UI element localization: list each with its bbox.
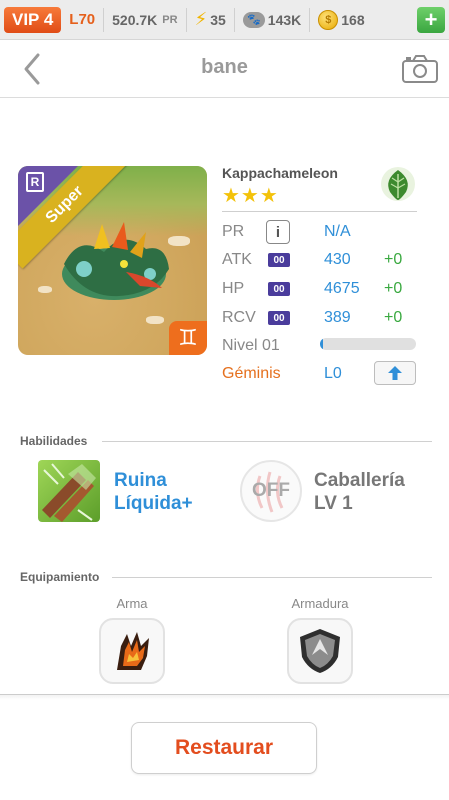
divider [102,441,432,442]
stat-row-pr: PR i N/A [222,220,422,244]
food-value: 143K [267,11,302,28]
stat-row-sign: Géminis L0 [222,361,422,386]
leaf-icon [381,167,415,201]
zodiac-sign-label: Géminis [222,365,281,382]
weapon-slot[interactable] [99,618,165,684]
monster-name: Kappachameleon [222,165,338,181]
camera-icon [402,55,438,83]
paw-icon: 🐾 [242,11,265,28]
gemini-icon: ♊ [169,321,207,355]
coin-counter[interactable]: $ 168 [314,7,368,33]
monster-image [62,222,169,300]
vip-badge[interactable]: VIP 4 [4,6,62,33]
stat-label: HP [222,280,245,297]
stat-label: RCV [222,309,256,326]
divider [233,7,235,32]
rarity-icon: R [26,172,44,192]
player-level: L70 [69,11,96,28]
stat-bonus: +0 [384,280,403,297]
stat-value: 430 [324,251,351,268]
stat-value: 389 [324,309,351,326]
stat-badge: 00 [268,311,290,325]
status-bar: VIP 4 L70 520.7K PR ⚡ 35 🐾 143K $ 168 + [0,0,449,40]
food-counter[interactable]: 🐾 143K [239,7,305,33]
coin-icon: $ [318,9,339,30]
lightning-icon: ⚡ [194,9,208,29]
claw-weapon-icon [117,632,149,670]
info-button[interactable]: i [266,220,290,244]
level-progress-bar [320,338,416,350]
divider [185,7,187,32]
section-title-skills: Habilidades [20,434,88,448]
player-pr: 520.7K PR [108,7,181,33]
stat-label: PR [222,223,245,240]
leader-skill-status: OFF [252,480,290,501]
stat-row-atk: ATK 00 430 +0 [222,248,422,272]
energy-counter[interactable]: ⚡ 35 [191,7,230,33]
leader-skill-name[interactable]: Caballería LV 1 [314,469,424,515]
restore-button[interactable]: Restaurar [131,722,317,774]
upgrade-sign-button[interactable] [374,361,416,385]
weapon-label: Arma [116,596,148,611]
divider [309,7,311,32]
divider [222,211,417,212]
zodiac-sign-level: L0 [324,365,342,382]
star-rating: ★★★ [222,185,279,207]
stat-value: 4675 [324,280,360,297]
stat-row-hp: HP 00 4675 +0 [222,277,422,301]
leader-skill-icon[interactable]: OFF [240,460,302,522]
footer-shadow [0,694,449,700]
divider [103,7,105,32]
section-title-equipment: Equipamiento [20,570,100,584]
level-label: Nivel 01 [222,337,280,354]
active-skill-icon[interactable] [38,460,100,522]
monster-portrait[interactable]: R Super ♊ [18,166,207,355]
stat-label: ATK [222,251,252,268]
pr-value: 520.7K [112,11,158,28]
stat-bonus: +0 [384,309,403,326]
active-skill-name[interactable]: Ruina Líquida+ [114,469,224,515]
add-coins-button[interactable]: + [417,6,445,33]
divider [112,577,432,578]
arrow-up-icon [388,366,402,380]
skill-art [42,463,96,522]
stat-badge: 00 [268,282,290,296]
coin-value: 168 [341,11,365,28]
armor-slot[interactable] [287,618,353,684]
armor-label: Armadura [291,596,349,611]
stat-row-rcv: RCV 00 389 +0 [222,306,422,330]
rock [38,286,52,293]
shield-icon [300,629,340,673]
pr-unit: PR [162,13,178,26]
camera-button[interactable] [401,54,439,84]
stat-bonus: +0 [384,251,403,268]
energy-value: 35 [210,11,226,28]
page-title: bane [201,56,248,78]
rock [146,316,164,324]
stat-badge: 00 [268,253,290,267]
stat-value: N/A [324,223,351,240]
page-header: bane [0,40,449,98]
